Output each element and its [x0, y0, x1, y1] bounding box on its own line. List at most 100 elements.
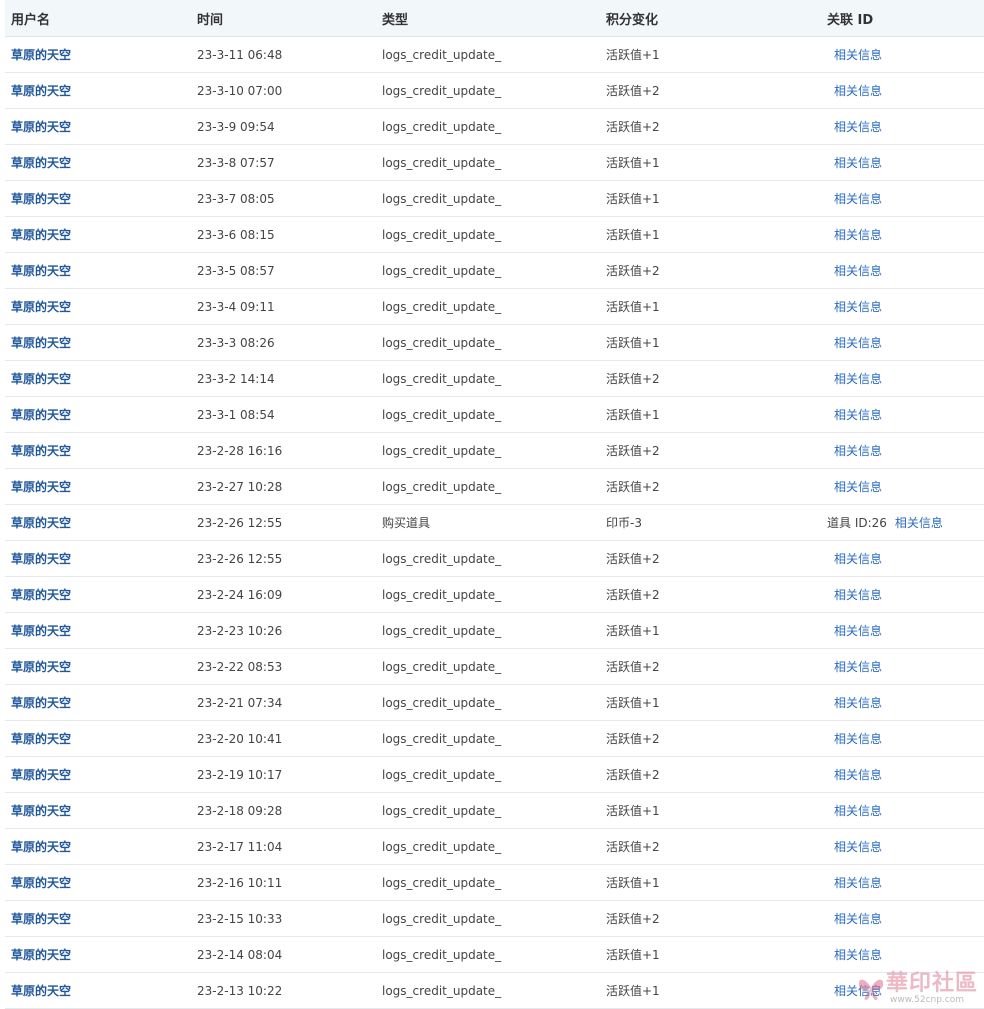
- butterfly-logo-icon: [858, 979, 884, 1000]
- cell-relation: 相关信息: [827, 757, 882, 792]
- user-link[interactable]: 草原的天空: [11, 46, 71, 63]
- cell-user: 草原的天空: [11, 829, 71, 864]
- related-info-link[interactable]: 相关信息: [834, 802, 882, 819]
- related-info-link[interactable]: 相关信息: [834, 874, 882, 891]
- cell-relation: 相关信息: [827, 613, 882, 648]
- user-link[interactable]: 草原的天空: [11, 622, 71, 639]
- user-link[interactable]: 草原的天空: [11, 406, 71, 423]
- user-link[interactable]: 草原的天空: [11, 262, 71, 279]
- cell-user: 草原的天空: [11, 73, 71, 108]
- table-row: 草原的天空 23-2-17 11:04 logs_credit_update_ 活跃值…: [5, 829, 984, 865]
- cell-type: logs_credit_update_: [382, 371, 502, 386]
- user-link[interactable]: 草原的天空: [11, 550, 71, 567]
- user-link[interactable]: 草原的天空: [11, 838, 71, 855]
- cell-type: logs_credit_update_: [382, 407, 502, 422]
- cell-credit-change: 活跃值+2: [606, 480, 660, 494]
- related-info-link[interactable]: 相关信息: [834, 910, 882, 927]
- related-info-link[interactable]: 相关信息: [834, 46, 882, 63]
- table-row: 草原的天空 23-2-23 10:26 logs_credit_update_ 活跃值…: [5, 613, 984, 649]
- table-body: 草原的天空 23-3-11 06:48 logs_credit_update_ 活跃值…: [5, 37, 984, 1009]
- cell-type: logs_credit_update_: [382, 911, 502, 926]
- user-link[interactable]: 草原的天空: [11, 658, 71, 675]
- related-info-link[interactable]: 相关信息: [834, 298, 882, 315]
- user-link[interactable]: 草原的天空: [11, 874, 71, 891]
- related-info-link[interactable]: 相关信息: [834, 190, 882, 207]
- cell-relation: 相关信息: [827, 829, 882, 864]
- table-header: 用户名 时间 类型 积分变化 关联 ID: [5, 0, 984, 37]
- related-info-link[interactable]: 相关信息: [834, 262, 882, 279]
- related-info-link[interactable]: 相关信息: [834, 406, 882, 423]
- related-info-link[interactable]: 相关信息: [834, 118, 882, 135]
- user-link[interactable]: 草原的天空: [11, 910, 71, 927]
- cell-user: 草原的天空: [11, 397, 71, 432]
- table-row: 草原的天空 23-2-27 10:28 logs_credit_update_ 活跃值…: [5, 469, 984, 505]
- user-link[interactable]: 草原的天空: [11, 802, 71, 819]
- related-info-link[interactable]: 相关信息: [834, 154, 882, 171]
- table-row: 草原的天空 23-3-4 09:11 logs_credit_update_ 活跃值+…: [5, 289, 984, 325]
- header-type: 类型: [382, 12, 409, 28]
- cell-relation: 相关信息: [827, 145, 882, 180]
- table-row: 草原的天空 23-2-22 08:53 logs_credit_update_ 活跃值…: [5, 649, 984, 685]
- cell-type: logs_credit_update_: [382, 335, 502, 350]
- user-link[interactable]: 草原的天空: [11, 586, 71, 603]
- user-link[interactable]: 草原的天空: [11, 334, 71, 351]
- related-info-link[interactable]: 相关信息: [834, 226, 882, 243]
- related-info-link[interactable]: 相关信息: [834, 838, 882, 855]
- related-info-link[interactable]: 相关信息: [834, 658, 882, 675]
- related-info-link[interactable]: 相关信息: [834, 550, 882, 567]
- user-link[interactable]: 草原的天空: [11, 946, 71, 963]
- user-link[interactable]: 草原的天空: [11, 766, 71, 783]
- user-link[interactable]: 草原的天空: [11, 442, 71, 459]
- related-info-link[interactable]: 相关信息: [834, 334, 882, 351]
- related-info-link[interactable]: 相关信息: [834, 370, 882, 387]
- cell-type: logs_credit_update_: [382, 227, 502, 242]
- related-info-link[interactable]: 相关信息: [834, 766, 882, 783]
- user-link[interactable]: 草原的天空: [11, 190, 71, 207]
- cell-time: 23-3-7 08:05: [197, 191, 275, 206]
- cell-user: 草原的天空: [11, 577, 71, 612]
- related-info-link[interactable]: 相关信息: [834, 946, 882, 963]
- user-link[interactable]: 草原的天空: [11, 982, 71, 999]
- related-info-link[interactable]: 相关信息: [834, 694, 882, 711]
- user-link[interactable]: 草原的天空: [11, 154, 71, 171]
- user-link[interactable]: 草原的天空: [11, 514, 71, 531]
- cell-credit-change: 活跃值+1: [606, 336, 660, 350]
- user-link[interactable]: 草原的天空: [11, 298, 71, 315]
- cell-type: logs_credit_update_: [382, 623, 502, 638]
- cell-time: 23-2-28 16:16: [197, 443, 283, 458]
- related-info-link[interactable]: 相关信息: [834, 478, 882, 495]
- related-info-link[interactable]: 相关信息: [834, 82, 882, 99]
- cell-type: logs_credit_update_: [382, 47, 502, 62]
- cell-time: 23-3-9 09:54: [197, 119, 275, 134]
- related-info-link[interactable]: 相关信息: [834, 622, 882, 639]
- cell-relation: 相关信息: [827, 937, 882, 972]
- user-link[interactable]: 草原的天空: [11, 118, 71, 135]
- cell-time: 23-2-26 12:55: [197, 515, 283, 530]
- user-link[interactable]: 草原的天空: [11, 82, 71, 99]
- table-row: 草原的天空 23-3-6 08:15 logs_credit_update_ 活跃值+…: [5, 217, 984, 253]
- user-link[interactable]: 草原的天空: [11, 370, 71, 387]
- related-info-link[interactable]: 相关信息: [834, 730, 882, 747]
- related-info-link[interactable]: 相关信息: [895, 514, 943, 531]
- cell-credit-change: 活跃值+2: [606, 120, 660, 134]
- header-time: 时间: [197, 12, 224, 28]
- cell-credit-change: 活跃值+2: [606, 84, 660, 98]
- user-link[interactable]: 草原的天空: [11, 730, 71, 747]
- cell-relation: 相关信息: [827, 901, 882, 936]
- cell-relation: 道具 ID:26 相关信息: [827, 505, 943, 540]
- user-link[interactable]: 草原的天空: [11, 694, 71, 711]
- cell-time: 23-3-4 09:11: [197, 299, 275, 314]
- cell-type: logs_credit_update_: [382, 839, 502, 854]
- related-info-link[interactable]: 相关信息: [834, 586, 882, 603]
- cell-user: 草原的天空: [11, 109, 71, 144]
- cell-relation: 相关信息: [827, 181, 882, 216]
- user-link[interactable]: 草原的天空: [11, 478, 71, 495]
- cell-user: 草原的天空: [11, 721, 71, 756]
- cell-user: 草原的天空: [11, 325, 71, 360]
- cell-credit-change: 活跃值+2: [606, 660, 660, 674]
- table-row: 草原的天空 23-3-3 08:26 logs_credit_update_ 活跃值+…: [5, 325, 984, 361]
- user-link[interactable]: 草原的天空: [11, 226, 71, 243]
- cell-relation: 相关信息: [827, 253, 882, 288]
- related-info-link[interactable]: 相关信息: [834, 442, 882, 459]
- cell-credit-change: 活跃值+1: [606, 228, 660, 242]
